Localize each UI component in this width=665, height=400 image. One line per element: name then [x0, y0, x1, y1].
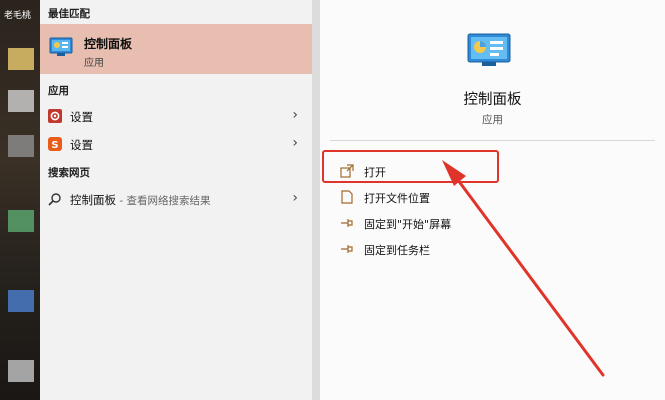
preview-pane: 控制面板 应用 打开 打开文件位置 固定到"开始"屏幕 固定到任务栏 — [320, 0, 665, 400]
search-icon — [48, 193, 61, 206]
preview-title: 控制面板 — [463, 92, 522, 108]
action-open-file-location[interactable]: 打开文件位置 — [340, 187, 540, 207]
action-label: 打开文件位置 — [364, 192, 430, 205]
action-pin-to-taskbar[interactable]: 固定到任务栏 — [340, 239, 540, 259]
control-panel-icon — [49, 37, 73, 56]
desktop-icon[interactable] — [8, 48, 34, 70]
preview-subtitle: 应用 — [482, 114, 503, 126]
preview-separator — [330, 140, 655, 141]
web-search-header: 搜索网页 — [48, 167, 90, 179]
chevron-right-icon[interactable]: › — [292, 135, 298, 151]
pin-icon — [341, 219, 353, 227]
pin-icon — [341, 245, 353, 253]
chevron-right-icon[interactable]: › — [292, 107, 298, 123]
action-label: 固定到任务栏 — [364, 244, 430, 257]
annotation-highlight-box — [322, 150, 499, 183]
file-location-icon — [341, 190, 353, 204]
web-search-term: 控制面板 — [70, 193, 116, 207]
desktop-label: 老毛桃 — [4, 11, 32, 21]
action-label: 固定到"开始"屏幕 — [364, 218, 452, 231]
desktop-icon[interactable] — [8, 360, 34, 382]
app-result-settings[interactable]: S 设置 › — [40, 130, 312, 158]
chevron-right-icon[interactable]: › — [292, 190, 298, 206]
search-results-pane: 最佳匹配 控制面板 应用 应用 设置 › S 设置 › 搜索网页 控制面板 - … — [40, 0, 312, 400]
desktop-icon[interactable] — [8, 290, 34, 312]
best-match-title: 控制面板 — [84, 37, 133, 51]
app-result-label: 设置 — [70, 138, 93, 152]
web-search-label: 控制面板 - 查看网络搜索结果 — [70, 192, 210, 208]
apps-header: 应用 — [48, 85, 69, 97]
gear-icon — [48, 109, 62, 123]
control-panel-icon — [467, 33, 511, 66]
app-result-label: 设置 — [70, 110, 93, 124]
web-search-suffix: - 查看网络搜索结果 — [116, 195, 211, 207]
pane-divider — [312, 0, 320, 400]
sougou-s-icon: S — [48, 137, 62, 151]
web-search-result[interactable]: 控制面板 - 查看网络搜索结果 › — [40, 185, 312, 213]
svg-text:S: S — [51, 140, 58, 151]
desktop-icon[interactable] — [8, 90, 34, 112]
best-match-subtitle: 应用 — [84, 58, 104, 69]
desktop-strip: 老毛桃 — [0, 0, 40, 400]
best-match-control-panel[interactable]: 控制面板 应用 — [40, 24, 312, 74]
action-pin-to-start[interactable]: 固定到"开始"屏幕 — [340, 213, 540, 233]
app-result-settings[interactable]: 设置 › — [40, 102, 312, 130]
best-match-header: 最佳匹配 — [48, 8, 90, 20]
desktop-icon[interactable] — [8, 210, 34, 232]
desktop-icon[interactable] — [8, 135, 34, 157]
